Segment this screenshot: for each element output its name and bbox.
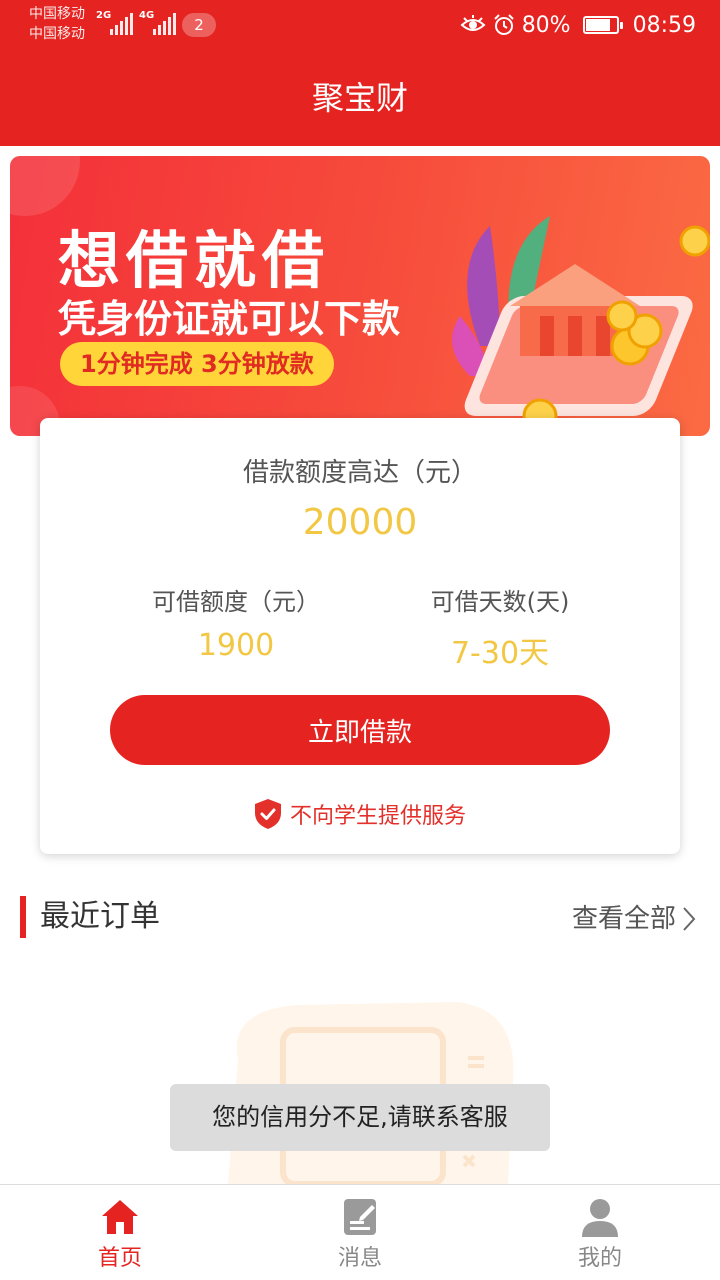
carrier-2: 中国移动	[29, 26, 85, 42]
student-notice: 不向学生提供服务	[40, 798, 680, 830]
view-all-link[interactable]: 查看全部	[572, 898, 696, 940]
app-header: 聚宝财	[0, 50, 720, 146]
home-icon	[102, 1200, 138, 1234]
alarm-icon	[493, 14, 514, 35]
loan-days-label: 可借天数(天)	[430, 588, 570, 616]
message-icon	[344, 1199, 376, 1235]
status-bar: 中国移动 中国移动 2G 4G 2 80% 08:59	[0, 0, 720, 50]
recent-orders-title: 最近订单	[40, 899, 160, 934]
clock: 08:59	[632, 12, 696, 38]
loan-card: 借款额度高达（元） 20000 可借额度（元） 1900 可借天数(天) 7-3…	[40, 418, 680, 854]
carrier-info: 中国移动 中国移动	[29, 4, 85, 44]
bottom-tab-bar: 首页 消息 我的	[0, 1184, 720, 1280]
promo-banner[interactable]: 想借就借 凭身份证就可以下款 1分钟完成 3分钟放款	[10, 156, 710, 436]
eye-icon	[460, 15, 486, 31]
tab-home-label: 首页	[97, 1246, 142, 1271]
tab-messages[interactable]: 消息	[240, 1185, 480, 1280]
notification-badge: 2	[182, 13, 216, 37]
shield-check-icon	[254, 799, 281, 829]
battery-percent: 80%	[521, 12, 571, 38]
chevron-right-icon	[683, 907, 696, 931]
carrier-1: 中国移动	[29, 6, 85, 22]
banner-pill: 1分钟完成 3分钟放款	[60, 342, 334, 386]
banner-headline: 想借就借	[58, 224, 331, 297]
network-type-2: 4G	[139, 10, 155, 21]
borrow-now-button[interactable]: 立即借款	[110, 695, 610, 765]
section-accent-bar	[20, 896, 26, 938]
banner-decoration	[10, 156, 80, 216]
network-type-1: 2G	[96, 10, 112, 21]
page-title: 聚宝财	[311, 79, 408, 117]
phone-bank-illustration	[452, 216, 710, 434]
banner-subline: 凭身份证就可以下款	[58, 297, 401, 341]
battery-fill	[585, 19, 610, 31]
available-amount-value: 1900	[197, 628, 275, 663]
max-amount-label: 借款额度高达（元）	[242, 458, 477, 488]
tab-profile[interactable]: 我的	[480, 1185, 720, 1280]
available-amount-label: 可借额度（元）	[152, 588, 320, 616]
signal-icon	[110, 13, 133, 35]
signal-icon-2	[153, 13, 176, 35]
toast-message: 您的信用分不足,请联系客服	[170, 1084, 550, 1151]
loan-days-value: 7-30天	[450, 636, 550, 671]
tab-home[interactable]: 首页	[0, 1185, 240, 1280]
battery-icon	[582, 16, 623, 34]
tab-profile-label: 我的	[577, 1246, 622, 1271]
tab-messages-label: 消息	[337, 1246, 382, 1271]
view-all-label: 查看全部	[571, 904, 676, 934]
user-icon	[582, 1199, 618, 1237]
max-amount-value: 20000	[302, 502, 418, 543]
notice-text: 不向学生提供服务	[289, 804, 466, 829]
